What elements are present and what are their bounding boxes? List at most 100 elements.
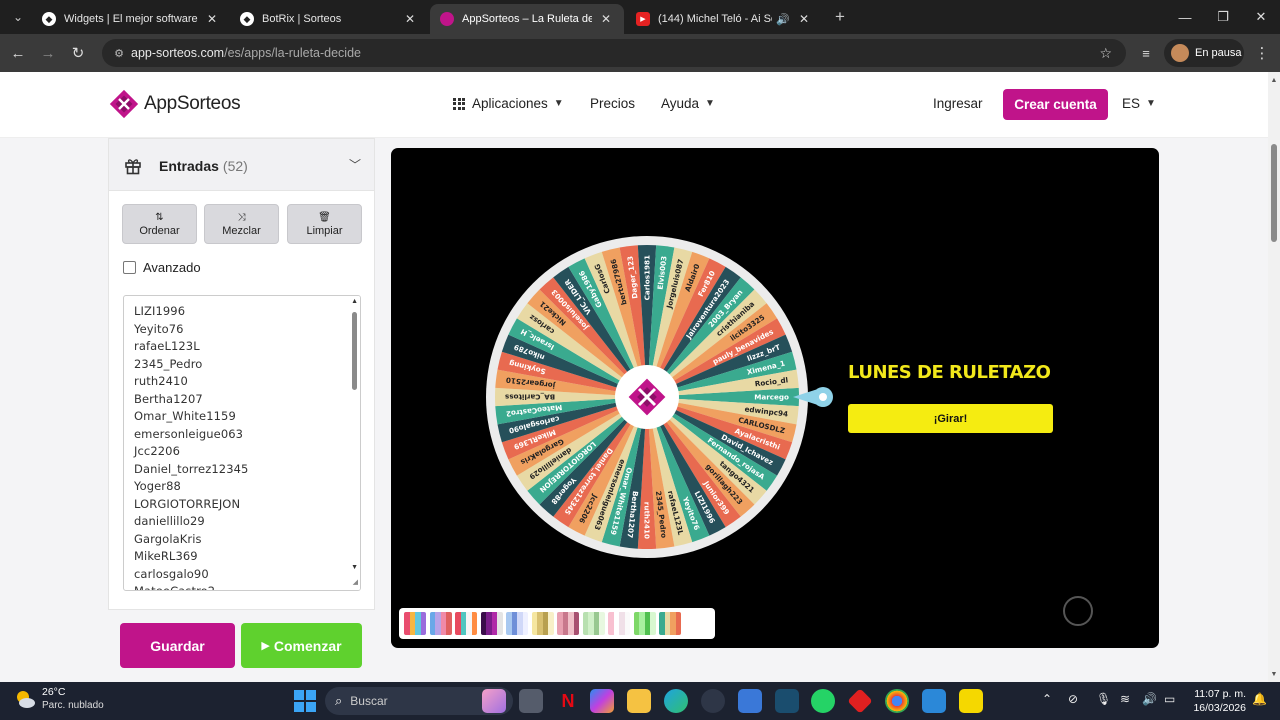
address-bar[interactable]: ⚙ app-sorteos.com/es/apps/la-ruleta-deci…	[102, 39, 1126, 67]
wheel-segment-label: ruth2410	[643, 502, 652, 539]
edge-icon[interactable]	[664, 689, 688, 713]
site-header: AppSorteos Aplicaciones ▼ Precios Ayuda …	[0, 72, 1268, 138]
disney-icon[interactable]	[775, 689, 799, 713]
new-tab-plus-icon[interactable]: +	[824, 0, 856, 34]
site-info-icon[interactable]: ⚙	[112, 46, 126, 60]
entry-item: Daniel_torrez12345	[134, 461, 249, 476]
restore-icon[interactable]: ❐	[1204, 0, 1242, 34]
browser-tab-active[interactable]: AppSorteos – La Ruleta de la Su ✕	[430, 4, 624, 34]
signup-button[interactable]: Crear cuenta	[1003, 89, 1108, 120]
reload-icon[interactable]: ↻	[66, 41, 90, 65]
nav-help[interactable]: Ayuda ▼	[661, 96, 715, 111]
paint-icon[interactable]	[922, 689, 946, 713]
palette-swatch[interactable]	[480, 612, 503, 635]
notifications-icon[interactable]: 🔔	[1252, 692, 1267, 706]
entries-header[interactable]: Entradas (52) ﹀	[109, 139, 374, 191]
window-close-icon[interactable]: ✕	[1242, 0, 1280, 34]
close-tab-icon[interactable]: ✕	[796, 12, 812, 26]
scroll-down-icon[interactable]: ▼	[1268, 668, 1280, 680]
wheel-segment-label: BA_Carlitoss	[505, 393, 555, 402]
network-off-icon[interactable]: ⊘	[1068, 692, 1078, 706]
settings-icon[interactable]	[701, 689, 725, 713]
close-tab-icon[interactable]: ✕	[204, 12, 220, 26]
whatsapp-icon[interactable]	[811, 689, 835, 713]
shuffle-label: Mezclar	[222, 224, 261, 237]
entries-scrollbar[interactable]: ▲ ▼ ◢	[348, 296, 360, 590]
start-button[interactable]: ▶ Comenzar	[241, 623, 362, 668]
chevron-down-icon: ▼	[553, 98, 564, 109]
media-controls-icon[interactable]: ≡	[1134, 41, 1158, 65]
palette-swatch[interactable]	[633, 612, 656, 635]
language-selector[interactable]: ES ▼	[1122, 96, 1156, 111]
palette-swatch[interactable]	[506, 612, 528, 635]
appsorteos-icon	[440, 12, 454, 26]
scroll-up-icon[interactable]: ▲	[1268, 74, 1280, 86]
appsorteos-logo-icon	[109, 89, 139, 119]
palette-swatch[interactable]	[557, 612, 579, 635]
system-clock[interactable]: 11:07 p. m. 16/03/2026	[1190, 687, 1246, 715]
minimize-icon[interactable]: —	[1166, 0, 1204, 34]
entries-textarea[interactable]: LIZI1996 Yeyito76 rafaeL123L 2345_Pedro ruth…	[123, 295, 361, 591]
tab-search-chevron-icon[interactable]: ⌄	[2, 0, 34, 34]
palette-swatch[interactable]	[455, 612, 477, 635]
palette-swatch[interactable]	[582, 612, 605, 635]
entries-scroll-thumb[interactable]	[352, 312, 357, 390]
resize-handle-icon[interactable]: ◢	[353, 578, 358, 586]
windows-start-icon[interactable]	[294, 690, 316, 712]
browser-tab-strip: ⌄ ◆ Widgets | El mejor software para ✕ ◆…	[0, 0, 1280, 34]
prize-wheel[interactable]: Marcegoedwinpc94CARLOSDLZAyalacristhiDav…	[391, 148, 1159, 648]
spin-button[interactable]: ¡Girar!	[848, 404, 1053, 433]
bookmark-star-icon[interactable]: ☆	[1099, 45, 1112, 62]
save-button[interactable]: Guardar	[120, 623, 235, 668]
palette-swatch[interactable]	[608, 612, 630, 635]
back-arrow-icon[interactable]: ←	[6, 41, 30, 65]
sticky-notes-icon[interactable]	[959, 689, 983, 713]
clear-button[interactable]: 🗑 Limpiar	[287, 204, 362, 244]
file-explorer-icon[interactable]	[627, 689, 651, 713]
copilot-widget-icon[interactable]	[482, 689, 506, 713]
login-link[interactable]: Ingresar	[933, 96, 983, 111]
speaker-icon[interactable]: 🔊	[776, 13, 790, 26]
microphone-icon[interactable]: 🎙	[1096, 692, 1111, 706]
close-tab-icon[interactable]: ✕	[402, 12, 418, 26]
browser-tab[interactable]: ◆ Widgets | El mejor software para ✕	[32, 4, 230, 34]
chevron-down-icon[interactable]: ﹀	[349, 156, 361, 173]
scroll-down-icon[interactable]: ▼	[351, 564, 358, 571]
page-scroll-thumb[interactable]	[1271, 144, 1277, 242]
sort-label: Ordenar	[139, 224, 180, 237]
shuffle-button[interactable]: ⤨ Mezclar	[204, 204, 279, 244]
entries-count: (52)	[222, 158, 248, 174]
battery-icon[interactable]: ▭	[1164, 692, 1175, 706]
clear-label: Limpiar	[306, 224, 343, 237]
entry-item: Yeyito76	[134, 321, 184, 336]
nav-apps-label: Aplicaciones	[472, 96, 548, 111]
brand-logo[interactable]: AppSorteos	[108, 88, 241, 120]
weather-widget[interactable]: 26°C Parc. nublado	[14, 686, 104, 712]
netflix-icon[interactable]: N	[556, 689, 580, 713]
nav-prices[interactable]: Precios	[590, 96, 635, 111]
volume-icon[interactable]: 🔊	[1142, 692, 1157, 706]
scroll-up-icon[interactable]: ▲	[351, 298, 358, 305]
entries-list: LIZI1996 Yeyito76 rafaeL123L 2345_Pedro ruth…	[134, 303, 249, 590]
advanced-option[interactable]: Avanzado	[123, 260, 201, 275]
browser-menu-icon[interactable]: ⋮	[1252, 41, 1272, 65]
advanced-checkbox[interactable]	[123, 261, 136, 274]
palette-swatch[interactable]	[659, 612, 681, 635]
wifi-icon[interactable]: ≋	[1120, 692, 1130, 706]
profile-button[interactable]: En pausa	[1164, 39, 1244, 67]
browser-tab[interactable]: ◆ BotRix | Sorteos ✕	[230, 4, 428, 34]
forward-arrow-icon[interactable]: →	[36, 41, 60, 65]
palette-swatch[interactable]	[404, 612, 426, 635]
store-icon[interactable]	[738, 689, 762, 713]
tray-chevron-icon[interactable]: ⌃	[1042, 692, 1052, 706]
copilot-icon[interactable]	[590, 689, 614, 713]
palette-swatch[interactable]	[531, 612, 554, 635]
palette-swatch[interactable]	[429, 612, 452, 635]
chrome-icon[interactable]	[885, 689, 909, 713]
browser-tab[interactable]: ▶ (144) Michel Teló - Ai Se Eu 🔊 ✕	[626, 4, 822, 34]
sort-button[interactable]: ⇅ Ordenar	[122, 204, 197, 244]
close-tab-icon[interactable]: ✕	[598, 12, 614, 26]
task-view-icon[interactable]	[519, 689, 543, 713]
app-red-diamond-icon[interactable]	[847, 688, 873, 714]
nav-apps[interactable]: Aplicaciones ▼	[453, 96, 564, 111]
